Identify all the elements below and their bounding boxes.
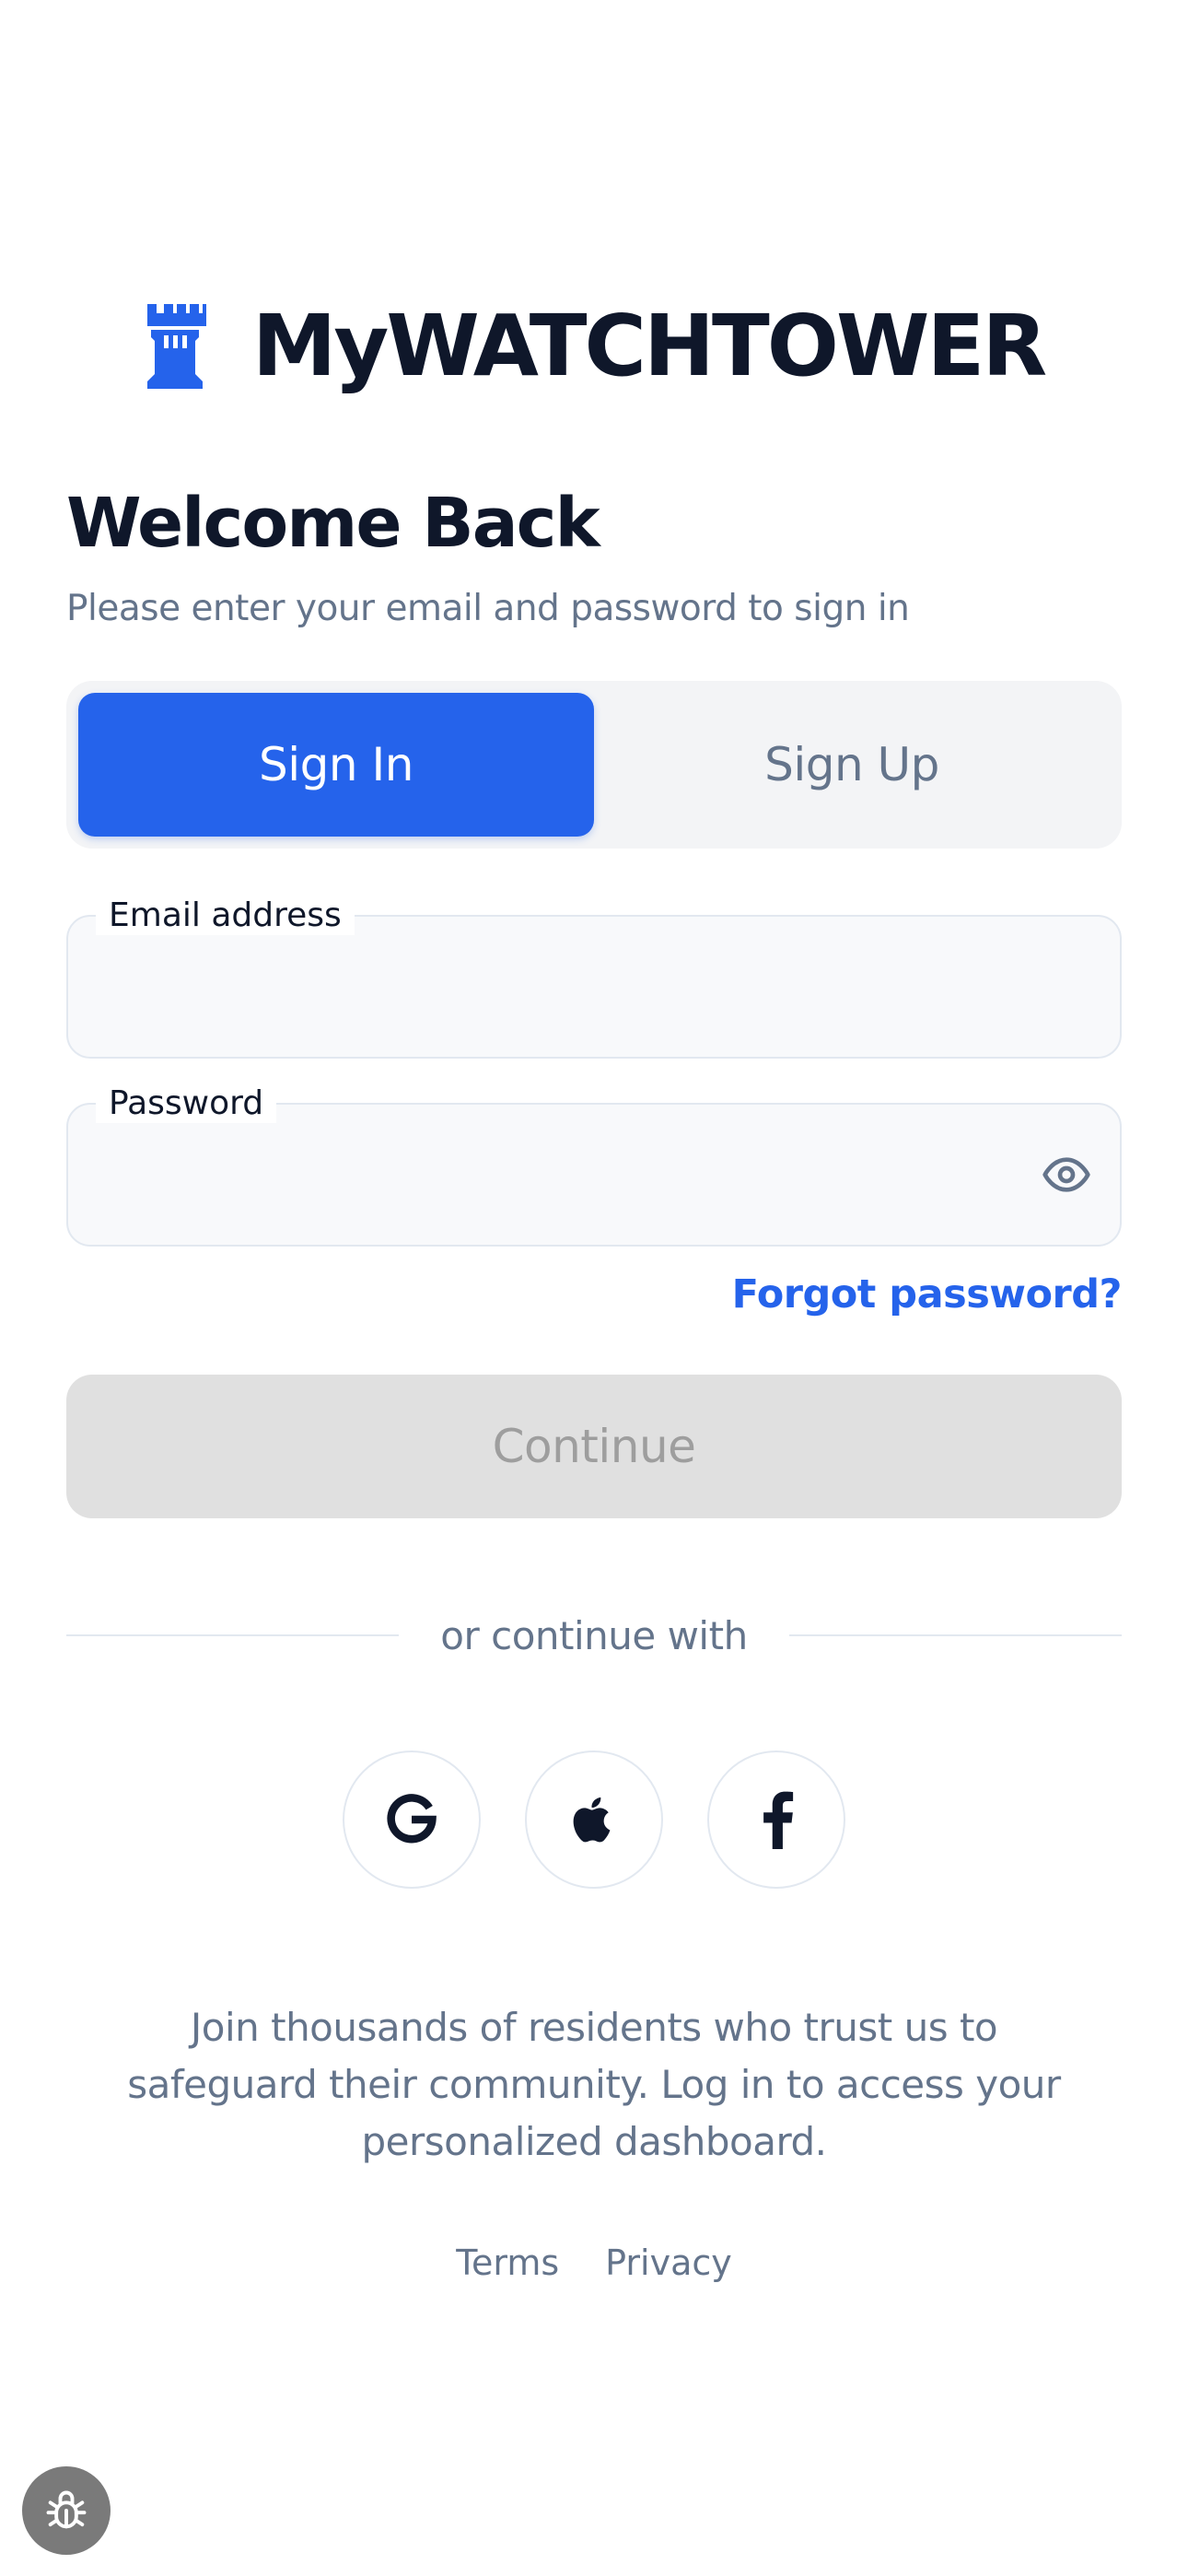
tab-sign-up[interactable]: Sign Up: [594, 693, 1110, 837]
privacy-link[interactable]: Privacy: [605, 2242, 732, 2283]
debug-button[interactable]: [22, 2466, 111, 2555]
brand-name: MyWATCHTOWER: [251, 297, 1047, 395]
facebook-icon: [751, 1790, 802, 1849]
facebook-login-button[interactable]: [707, 1751, 845, 1889]
email-label: Email address: [96, 896, 355, 935]
tab-sign-in[interactable]: Sign In: [78, 693, 594, 837]
apple-login-button[interactable]: [525, 1751, 663, 1889]
social-login-buttons: [0, 1751, 1188, 1889]
email-field: Email address: [66, 896, 1122, 1059]
footer-links: Terms Privacy: [0, 2242, 1188, 2283]
terms-link[interactable]: Terms: [456, 2242, 559, 2283]
password-input[interactable]: [105, 1142, 1009, 1212]
continue-button[interactable]: Continue: [66, 1375, 1122, 1518]
password-field: Password: [66, 1084, 1122, 1247]
social-divider: or continue with: [66, 1608, 1122, 1663]
email-input[interactable]: [105, 954, 1009, 1024]
apple-icon: [567, 1793, 621, 1846]
tower-icon: [144, 304, 206, 389]
page-subtitle: Please enter your email and password to …: [66, 588, 910, 629]
auth-mode-tabs: Sign In Sign Up: [66, 681, 1122, 849]
eye-icon[interactable]: [1039, 1147, 1094, 1202]
password-label: Password: [96, 1084, 277, 1123]
forgot-password-link[interactable]: Forgot password?: [732, 1271, 1123, 1317]
divider-line-left: [66, 1634, 400, 1636]
google-icon: [382, 1790, 441, 1849]
bug-icon: [42, 2487, 90, 2535]
brand-header: MyWATCHTOWER: [0, 304, 1188, 389]
divider-line-right: [788, 1634, 1122, 1636]
info-blurb: Join thousands of residents who trust us…: [127, 2005, 1061, 2164]
google-login-button[interactable]: [343, 1751, 481, 1889]
page-title: Welcome Back: [66, 484, 600, 563]
sign-in-screen: MyWATCHTOWER Welcome Back Please enter y…: [0, 0, 1188, 2576]
divider-text: or continue with: [440, 1612, 748, 1658]
